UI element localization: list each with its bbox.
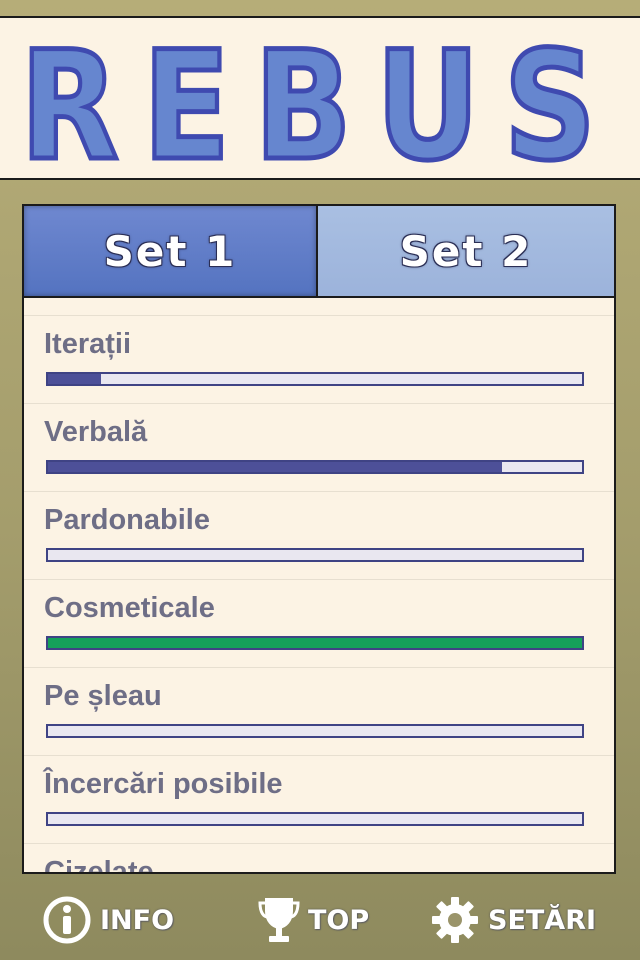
level-progress-bar xyxy=(46,372,584,386)
tab-set-1[interactable]: Set 1 xyxy=(24,206,318,296)
level-row[interactable]: Cizelate xyxy=(24,843,614,874)
level-label: Pardonabile xyxy=(44,504,210,536)
app-title: REBUS xyxy=(20,20,620,180)
bottom-toolbar: INFO TOP SETĂRI xyxy=(0,880,640,960)
level-progress-bar xyxy=(46,724,584,738)
info-label: INFO xyxy=(100,904,175,936)
level-label: Cosmeticale xyxy=(44,592,215,624)
gear-icon xyxy=(432,897,478,943)
app-title-logo: REBUS xyxy=(18,18,620,180)
settings-button[interactable]: SETĂRI xyxy=(430,892,596,948)
tab-set-2[interactable]: Set 2 xyxy=(318,206,614,296)
set-tabs: Set 1 Set 2 xyxy=(24,206,614,298)
app-header: REBUS xyxy=(0,16,640,180)
level-progress-fill xyxy=(48,462,502,472)
level-progress-fill xyxy=(48,638,582,648)
level-label: Pe șleau xyxy=(44,680,162,712)
level-row[interactable]: Pardonabile xyxy=(24,491,614,579)
level-progress-bar xyxy=(46,548,584,562)
level-progress-bar xyxy=(46,636,584,650)
level-label: Încercări posibile xyxy=(44,768,283,800)
level-progress-bar xyxy=(46,460,584,474)
top-label: TOP xyxy=(308,904,370,936)
level-label: Cizelate xyxy=(44,856,154,874)
trophy-icon xyxy=(258,898,300,942)
top-button[interactable]: TOP xyxy=(258,892,369,948)
level-list: Iterații Verbală Pardonabile Cosmeticale… xyxy=(24,298,614,874)
level-label: Iterații xyxy=(44,328,132,360)
info-button[interactable]: INFO xyxy=(42,892,174,948)
level-label: Verbală xyxy=(44,416,148,448)
level-row[interactable]: Încercări posibile xyxy=(24,755,614,843)
level-row[interactable]: Verbală xyxy=(24,403,614,491)
level-progress-fill xyxy=(48,374,102,384)
settings-label: SETĂRI xyxy=(488,904,597,936)
levels-panel: Set 1 Set 2 Iterații Verbală Pardonabile… xyxy=(22,204,616,874)
level-row[interactable]: Pe șleau xyxy=(24,667,614,755)
level-row[interactable]: Iterații xyxy=(24,315,614,403)
info-icon xyxy=(43,896,91,944)
level-progress-bar xyxy=(46,812,584,826)
level-row[interactable]: Cosmeticale xyxy=(24,579,614,667)
